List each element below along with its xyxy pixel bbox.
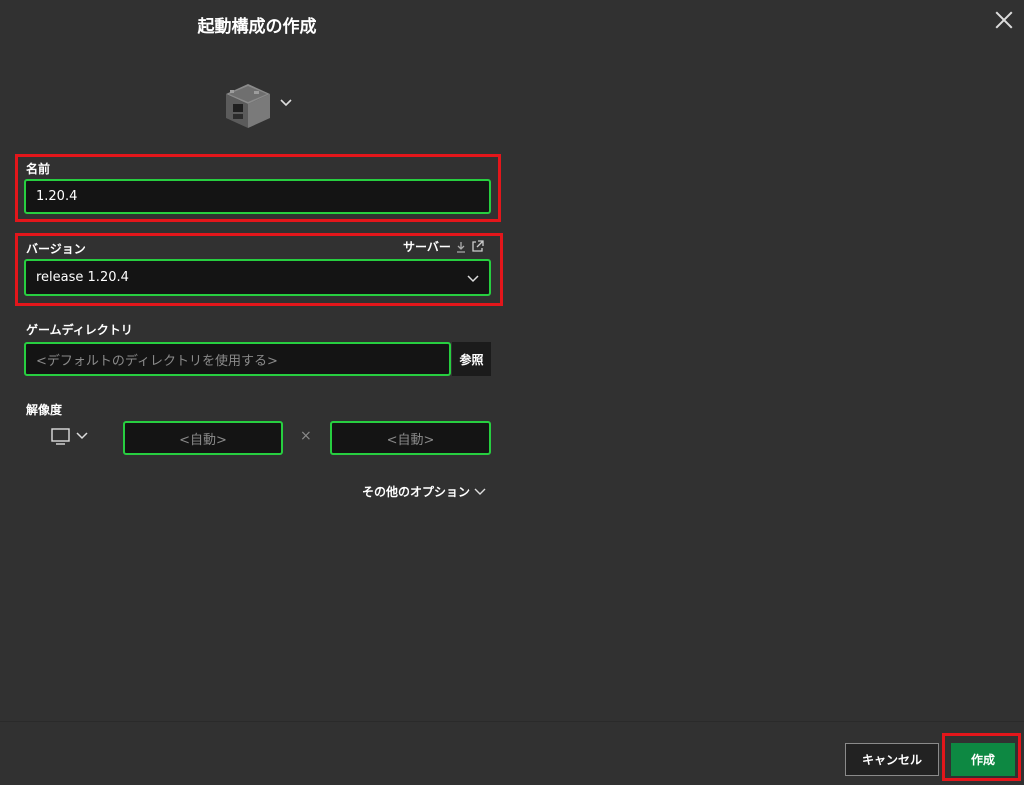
cancel-button[interactable]: キャンセル: [845, 743, 939, 776]
chevron-down-icon[interactable]: [279, 98, 293, 108]
browse-button[interactable]: 参照: [452, 342, 491, 376]
server-download-link[interactable]: サーバー: [403, 238, 484, 255]
monitor-icon: [51, 428, 70, 445]
dialog-title: 起動構成の作成: [197, 17, 317, 37]
furnace-icon[interactable]: [224, 82, 272, 130]
more-options-toggle[interactable]: その他のオプション: [362, 483, 486, 500]
download-icon: [456, 241, 465, 253]
close-icon[interactable]: [992, 8, 1016, 32]
resolution-preset-dropdown[interactable]: [51, 428, 91, 446]
name-label: 名前: [26, 162, 51, 176]
chevron-down-icon: [474, 488, 486, 495]
create-button[interactable]: 作成: [951, 743, 1015, 776]
resolution-times-sign: ×: [300, 428, 312, 444]
resolution-height-input[interactable]: <自動>: [330, 421, 491, 455]
game-dir-input[interactable]: <デフォルトのディレクトリを使用する>: [24, 342, 451, 376]
name-input[interactable]: 1.20.4: [24, 179, 491, 214]
version-select-value: release 1.20.4: [36, 270, 129, 285]
chevron-down-icon: [467, 275, 479, 283]
footer-divider: [0, 721, 1024, 722]
external-link-icon: [472, 240, 484, 252]
resolution-label: 解像度: [26, 403, 63, 417]
game-dir-label: ゲームディレクトリ: [26, 323, 133, 337]
resolution-width-input[interactable]: <自動>: [123, 421, 283, 455]
version-select[interactable]: release 1.20.4: [24, 259, 491, 296]
version-label: バージョン: [26, 242, 86, 256]
server-link-label: サーバー: [403, 240, 451, 254]
more-options-label: その他のオプション: [362, 485, 471, 499]
